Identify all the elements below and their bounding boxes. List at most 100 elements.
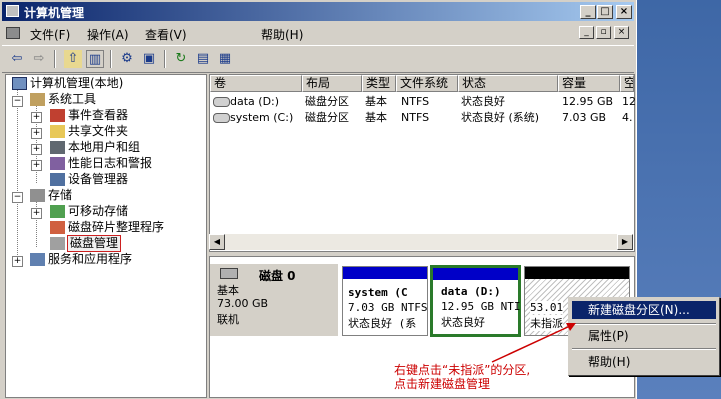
table-row[interactable]: system (C:) 磁盘分区 基本 NTFS 状态良好 (系统) 7.03 … <box>210 110 634 125</box>
device-manager-icon <box>50 173 65 186</box>
properties-icon[interactable]: ⚙ <box>118 50 136 68</box>
show-tree-icon[interactable]: ▥ <box>86 50 104 68</box>
column-header-type[interactable]: 类型 <box>362 75 396 92</box>
export-list-icon[interactable]: ▤ <box>194 50 212 68</box>
tree-item-label: 本地用户和组 <box>68 140 141 154</box>
menu-item-help[interactable]: 帮助(H) <box>572 353 716 371</box>
expand-icon[interactable]: + <box>31 112 42 123</box>
column-header-volume[interactable]: 卷 <box>210 75 302 92</box>
shared-folder-icon <box>50 125 65 138</box>
console-icon[interactable] <box>6 27 20 39</box>
cell-free: 12 <box>622 95 636 108</box>
removable-storage-icon <box>50 205 65 218</box>
cell-free: 4. <box>622 111 633 124</box>
tree-item-label: 磁盘管理 <box>67 235 122 252</box>
column-header-status[interactable]: 状态 <box>458 75 558 92</box>
drive-icon <box>213 97 230 107</box>
mdi-minimize-button[interactable]: _ <box>579 26 594 39</box>
annotation-text: 右键点击“未指派”的分区, 点击新建磁盘管理 <box>394 363 530 391</box>
back-arrow-icon[interactable]: ⇦ <box>8 50 26 68</box>
tree-line <box>17 89 18 267</box>
menu-help[interactable]: 帮助(H) <box>261 26 303 43</box>
scroll-left-button[interactable]: ◀ <box>209 234 225 250</box>
context-menu: 新建磁盘分区(N)... 属性(P) 帮助(H) <box>568 297 720 376</box>
cell-volume: data (D:) <box>230 95 280 108</box>
expand-icon[interactable]: + <box>31 144 42 155</box>
disk-management-icon <box>50 237 65 250</box>
expand-icon[interactable]: + <box>12 256 23 267</box>
services-icon <box>30 253 45 266</box>
menu-separator <box>572 323 716 325</box>
disk-status: 联机 <box>217 313 239 326</box>
toolbar-separator <box>110 50 112 68</box>
mdi-close-button[interactable]: × <box>614 26 629 39</box>
close-button[interactable]: × <box>616 5 632 19</box>
menu-bar: 文件(F) 操作(A) 查看(V) 帮助(H) <box>2 23 634 43</box>
maximize-button[interactable]: □ <box>597 5 613 19</box>
disk-name: 磁盘 0 <box>259 269 296 283</box>
mdi-restore-button[interactable]: ▫ <box>596 26 611 39</box>
partition-bar <box>343 267 427 279</box>
partition-bar <box>525 267 629 279</box>
tree-item-label: 服务和应用程序 <box>48 252 133 266</box>
minimize-button[interactable]: _ <box>580 5 596 19</box>
partition-size: 7.03 GB NTFS <box>348 301 428 314</box>
menu-item-properties[interactable]: 属性(P) <box>572 327 716 345</box>
column-header-free[interactable]: 空 <box>620 75 634 92</box>
help-icon[interactable]: ▣ <box>140 50 158 68</box>
forward-arrow-icon[interactable]: ⇨ <box>30 50 48 68</box>
performance-icon <box>50 157 65 170</box>
partition-name: system (C <box>348 286 408 299</box>
column-header-layout[interactable]: 布局 <box>302 75 362 92</box>
computer-management-icon <box>6 5 19 17</box>
disk-settings-icon[interactable]: ▦ <box>216 50 234 68</box>
expand-icon[interactable]: + <box>31 160 42 171</box>
up-folder-icon[interactable]: ⇧ <box>64 50 82 68</box>
tree-item-label: 可移动存储 <box>68 204 129 218</box>
collapse-icon[interactable]: − <box>12 96 23 107</box>
toolbar-separator <box>54 50 56 68</box>
cell-type: 基本 <box>365 111 387 124</box>
tree-item-label: 存储 <box>48 188 73 202</box>
disk-info-panel[interactable]: 磁盘 0 基本 73.00 GB 联机 <box>210 264 338 336</box>
annotation-arrow <box>491 323 576 363</box>
collapse-icon[interactable]: − <box>12 192 23 203</box>
scroll-right-button[interactable]: ▶ <box>617 234 633 250</box>
tree-item-label: 磁盘碎片整理程序 <box>68 220 165 234</box>
menu-view[interactable]: 查看(V) <box>145 26 187 43</box>
menu-separator <box>572 348 716 350</box>
tree-item-label: 共享文件夹 <box>68 124 129 138</box>
refresh-icon[interactable]: ↻ <box>172 50 190 68</box>
tree-item-label: 事件查看器 <box>68 108 129 122</box>
partition-system[interactable]: system (C 7.03 GB NTFS 状态良好 (系 <box>342 266 428 336</box>
cell-status: 状态良好 (系统) <box>461 111 540 124</box>
tree-item-label: 系统工具 <box>48 92 97 106</box>
column-header-capacity[interactable]: 容量 <box>558 75 620 92</box>
console-tree: 计算机管理(本地) − 系统工具 + 事件查看器 + 共享文件夹 + 本地用户和… <box>5 74 207 398</box>
annotation-line: 点击新建磁盘管理 <box>394 377 491 391</box>
menu-action[interactable]: 操作(A) <box>87 26 129 43</box>
cell-filesystem: NTFS <box>401 95 430 108</box>
expand-icon[interactable]: + <box>31 208 42 219</box>
volume-list: 卷 布局 类型 文件系统 状态 容量 空 data (D:) 磁盘分区 基本 N… <box>209 74 636 252</box>
horizontal-scrollbar[interactable]: ◀ ▶ <box>209 234 633 250</box>
title-bar[interactable]: 计算机管理 _ □ × <box>2 2 634 21</box>
cell-capacity: 12.95 GB <box>562 95 614 108</box>
expand-icon[interactable]: + <box>31 128 42 139</box>
menu-file[interactable]: 文件(F) <box>30 26 70 43</box>
system-tools-icon <box>30 93 45 106</box>
table-row[interactable]: data (D:) 磁盘分区 基本 NTFS 状态良好 12.95 GB 12 <box>210 94 636 109</box>
disk-type: 基本 <box>217 284 239 297</box>
cell-capacity: 7.03 GB <box>562 111 607 124</box>
partition-status: 状态良好 (系 <box>348 317 417 330</box>
tree-item-label: 性能日志和警报 <box>68 156 153 170</box>
menu-item-new-partition[interactable]: 新建磁盘分区(N)... <box>572 301 716 319</box>
drive-icon <box>213 113 230 123</box>
cell-type: 基本 <box>365 95 387 108</box>
tree-item-label: 设备管理器 <box>68 172 129 186</box>
partition-name: data (D:) <box>441 285 501 298</box>
computer-icon <box>12 77 27 90</box>
column-header-filesystem[interactable]: 文件系统 <box>396 75 458 92</box>
toolbar: ⇦ ⇨ ⇧ ▥ ⚙ ▣ ↻ ▤ ▦ <box>2 45 634 73</box>
annotation-line: 右键点击“未指派”的分区, <box>394 363 531 377</box>
